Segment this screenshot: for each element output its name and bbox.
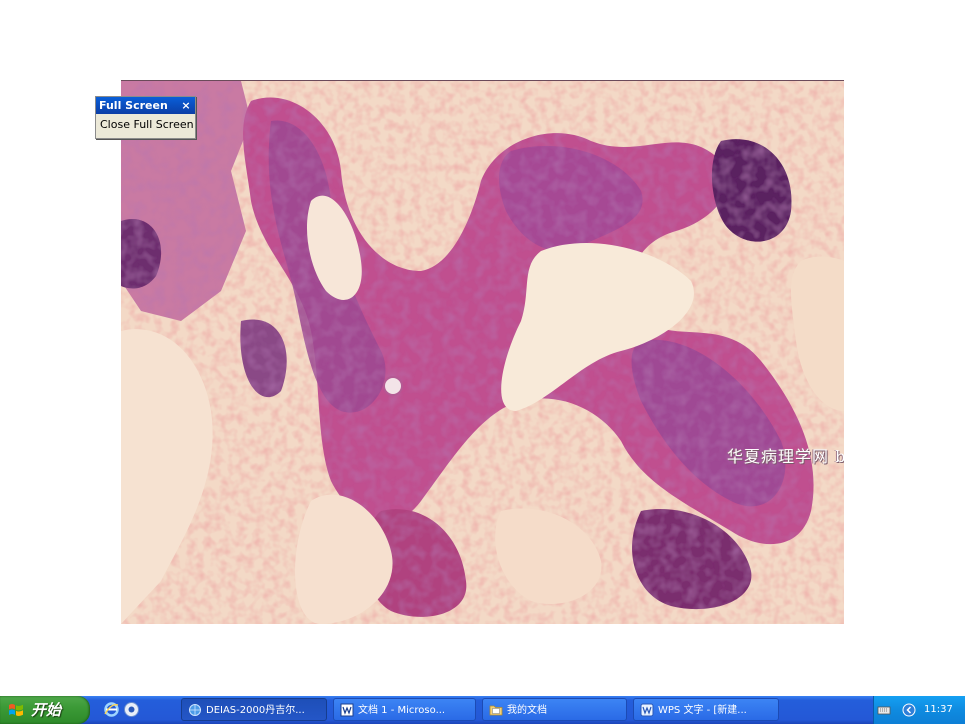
wps-icon xyxy=(640,703,654,717)
chevron-left-icon[interactable] xyxy=(902,703,916,717)
ie-icon[interactable] xyxy=(103,701,120,718)
close-icon[interactable]: × xyxy=(180,97,192,114)
close-full-screen-button[interactable]: Close Full Screen xyxy=(100,117,195,133)
start-label: 开始 xyxy=(31,701,62,719)
task-label-wps: WPS 文字 - [新建... xyxy=(658,705,747,716)
task-label-browser: DEIAS-2000丹吉尔... xyxy=(206,705,305,716)
slide-image: 华夏病理学网 by hyfhql xyxy=(121,80,844,624)
word-icon xyxy=(340,703,354,717)
windows-flag-icon xyxy=(9,704,23,717)
desktop: 华夏病理学网 by hyfhql Full Screen × Close Ful… xyxy=(0,0,965,696)
histology-micrograph xyxy=(121,81,844,624)
keyboard-icon[interactable] xyxy=(877,703,891,717)
task-button-wps[interactable]: WPS 文字 - [新建... xyxy=(633,698,779,721)
media-icon[interactable] xyxy=(123,701,140,718)
taskbar: 开始 DEIAS-2000丹吉尔... 文档 1 - Microso... 我的… xyxy=(0,696,965,724)
fullscreen-toolbar-title: Full Screen xyxy=(99,99,168,112)
task-button-word[interactable]: 文档 1 - Microso... xyxy=(333,698,476,721)
ie-globe-icon xyxy=(189,704,201,716)
fullscreen-toolbar-titlebar: Full Screen × xyxy=(96,97,195,114)
start-button[interactable]: 开始 xyxy=(0,696,90,724)
clock: 11:37 xyxy=(924,704,953,715)
task-label-my-documents: 我的文档 xyxy=(507,705,547,716)
system-tray: 11:37 xyxy=(873,696,965,724)
task-button-browser[interactable]: DEIAS-2000丹吉尔... xyxy=(181,698,327,721)
task-button-my-documents[interactable]: 我的文档 xyxy=(482,698,627,721)
task-label-word: 文档 1 - Microso... xyxy=(358,705,446,716)
slide-watermark: 华夏病理学网 by hyfhql xyxy=(727,447,844,466)
folder-icon xyxy=(489,705,503,716)
fullscreen-toolbar: Full Screen × Close Full Screen xyxy=(95,96,196,139)
